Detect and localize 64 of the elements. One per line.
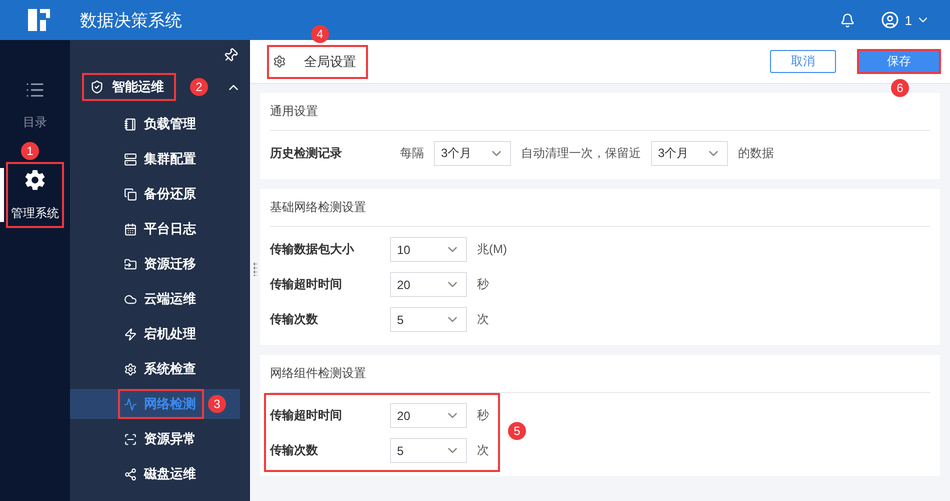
inline-text: 每隔	[400, 145, 424, 162]
field-label: 传输超时时间	[270, 276, 343, 293]
dropdown[interactable]: 20	[390, 272, 467, 297]
callout-number: 2	[190, 78, 208, 96]
callout-number: 1	[21, 142, 39, 160]
unit-label: 次	[477, 311, 489, 328]
drag-handle[interactable]	[253, 262, 257, 276]
shield-icon	[90, 80, 104, 94]
menu-item[interactable]: 平台日志	[118, 214, 204, 244]
dropdown[interactable]: 3个月	[434, 141, 511, 166]
dropdown[interactable]: 3个月	[651, 141, 728, 166]
page-title: 全局设置	[304, 52, 356, 70]
section-title: 网络组件检测设置	[270, 365, 366, 382]
menu-group[interactable]: 智能运维	[82, 73, 176, 101]
nodes-icon	[124, 468, 137, 480]
cloud-icon	[124, 292, 137, 306]
app-title: 数据决策系统	[80, 10, 183, 32]
settings-icon	[124, 362, 137, 376]
calendar-icon	[124, 222, 137, 236]
menu-item[interactable]: 资源异常	[118, 424, 204, 454]
inline-text: 的数据	[738, 145, 774, 162]
copy-icon	[124, 188, 137, 200]
field-label: 历史检测记录	[270, 145, 343, 162]
dropdown[interactable]: 20	[390, 403, 467, 428]
logo-icon	[26, 7, 52, 33]
settings-icon	[273, 55, 286, 68]
settings-icon	[24, 168, 46, 190]
field-label: 传输超时时间	[270, 407, 343, 424]
menu-item[interactable]: 宕机处理	[118, 319, 204, 349]
dropdown[interactable]: 5	[390, 438, 467, 463]
dropdown[interactable]: 10	[390, 237, 467, 262]
user-name[interactable]: 1	[904, 12, 912, 28]
field-label: 传输次数	[270, 311, 319, 328]
menu-item[interactable]: 云端运维	[118, 284, 204, 314]
menu-item[interactable]: 资源迁移	[118, 249, 204, 279]
rail-label: 管理系统	[11, 204, 59, 222]
scan-icon	[124, 432, 137, 446]
server-icon	[124, 152, 137, 166]
pulse-icon	[124, 398, 137, 410]
menu-item[interactable]: 系统检查	[118, 354, 204, 384]
unit-label: 秒	[477, 407, 489, 424]
bell-icon[interactable]	[840, 12, 855, 28]
rail-label: 目录	[23, 114, 47, 130]
menu-item[interactable]: 负载管理	[118, 109, 204, 139]
callout-number: 6	[891, 79, 909, 97]
rail-item[interactable]: 目录	[6, 70, 64, 140]
dropdown[interactable]: 5	[390, 307, 467, 332]
user-icon[interactable]	[880, 11, 899, 29]
menu-item[interactable]: 备份还原	[118, 179, 204, 209]
inline-text: 自动清理一次，保留近	[521, 145, 641, 162]
notebook-icon	[124, 118, 137, 130]
section-title: 通用设置	[270, 103, 318, 120]
section-title: 基础网络检测设置	[270, 199, 366, 216]
folder-arrow-icon	[124, 258, 137, 270]
field-label: 传输次数	[270, 442, 319, 459]
unit-label: 兆(M)	[477, 241, 507, 258]
lightning-icon	[124, 328, 137, 340]
unit-label: 秒	[477, 276, 489, 293]
callout-number: 3	[208, 395, 226, 413]
menu-item[interactable]: 磁盘运维	[118, 459, 204, 489]
field-label: 传输数据包大小	[270, 241, 356, 258]
menu-item[interactable]: 集群配置	[118, 144, 204, 174]
callout-number: 5	[508, 422, 526, 440]
unit-label: 次	[477, 442, 489, 459]
